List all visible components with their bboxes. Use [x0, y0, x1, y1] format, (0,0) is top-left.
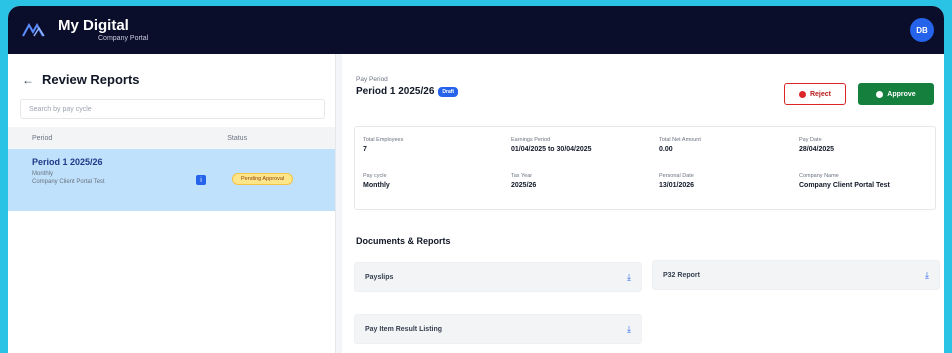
- summary-key: Company Name: [799, 173, 839, 179]
- summary-item: Company Name Company Client Portal Test: [799, 173, 890, 189]
- status-badge: Pending Approval: [232, 173, 294, 185]
- download-icon[interactable]: ⤓: [627, 324, 631, 335]
- summary-key: Pay cycle: [363, 173, 387, 179]
- document-p32-report[interactable]: P32 Report ⤓: [652, 260, 940, 290]
- summary-item: Earnings Period 01/04/2025 to 30/04/2025: [511, 137, 592, 153]
- sidebar-title: Review Reports: [42, 72, 140, 87]
- back-arrow-icon[interactable]: ←: [22, 73, 34, 87]
- document-label: Pay Item Result Listing: [365, 325, 443, 333]
- summary-key: Total Net Amount: [659, 137, 701, 143]
- summary-key: Total Employees: [363, 137, 404, 143]
- logo-icon: [22, 23, 45, 37]
- report-detail-panel: Pay Period Period 1 2025/26 Draft Reject…: [342, 54, 944, 353]
- document-payslips[interactable]: Payslips ⤓: [354, 262, 642, 292]
- summary-value: 2025/26: [511, 182, 537, 189]
- table-row[interactable]: Period 1 2025/26 Monthly Company Client …: [8, 149, 335, 211]
- summary-key: Pay Date: [799, 137, 822, 143]
- search-placeholder: Search by pay cycle: [29, 105, 92, 113]
- documents-section-title: Documents & Reports: [356, 236, 451, 246]
- document-label: P32 Report: [663, 271, 700, 279]
- document-label: Payslips: [365, 273, 394, 281]
- summary-item: Total Employees 7: [363, 137, 403, 153]
- summary-item: Pay Date 28/04/2025: [799, 137, 834, 153]
- pay-period-label: Pay Period: [356, 76, 388, 83]
- brand[interactable]: My Digital Company Portal: [22, 18, 148, 42]
- reports-sidebar: ← Review Reports Search by pay cycle Per…: [8, 54, 336, 353]
- row-period: Period 1 2025/26: [32, 157, 103, 167]
- info-icon[interactable]: i: [196, 175, 206, 185]
- brand-subtitle: Company Portal: [98, 35, 149, 42]
- app-window: My Digital Company Portal DB ← Review Re…: [8, 6, 944, 353]
- summary-value: Monthly: [363, 182, 390, 189]
- summary-value: 28/04/2025: [799, 146, 835, 153]
- approve-label: Approve: [887, 90, 916, 98]
- pay-period-title: Period 1 2025/26: [356, 86, 435, 97]
- approve-button[interactable]: Approve: [858, 83, 934, 105]
- reject-label: Reject: [809, 90, 831, 98]
- summary-item: Personal Date 13/01/2026: [659, 173, 694, 189]
- summary-item: Total Net Amount 0.00: [659, 137, 701, 153]
- column-status: Status: [227, 134, 248, 142]
- search-input[interactable]: Search by pay cycle: [20, 99, 325, 119]
- reject-icon: [798, 90, 806, 98]
- page-title: Period 1 2025/26 Draft: [356, 86, 459, 97]
- summary-value: 0.00: [659, 146, 673, 153]
- table-header: Period Status: [8, 127, 335, 149]
- avatar[interactable]: DB: [910, 18, 934, 42]
- top-navbar: My Digital Company Portal DB: [8, 6, 944, 54]
- summary-item: Pay cycle Monthly: [363, 173, 390, 189]
- back-header: ← Review Reports: [8, 54, 335, 97]
- pay-summary-card: Total Employees 7 Earnings Period 01/04/…: [354, 126, 936, 210]
- summary-key: Earnings Period: [511, 137, 551, 143]
- summary-value: Company Client Portal Test: [799, 182, 890, 189]
- summary-value: 01/04/2025 to 30/04/2025: [511, 146, 592, 153]
- document-pay-item-listing[interactable]: Pay Item Result Listing ⤓: [354, 314, 642, 344]
- column-period: Period: [32, 134, 53, 142]
- download-icon[interactable]: ⤓: [925, 270, 929, 281]
- brand-title: My Digital: [58, 17, 129, 34]
- download-icon[interactable]: ⤓: [627, 272, 631, 283]
- summary-item: Tax Year 2025/26: [511, 173, 536, 189]
- summary-value: 13/01/2026: [659, 182, 695, 189]
- reject-button[interactable]: Reject: [784, 83, 846, 105]
- summary-value: 7: [363, 146, 367, 153]
- status-tag: Draft: [438, 86, 459, 97]
- summary-key: Personal Date: [659, 173, 694, 179]
- summary-key: Tax Year: [511, 173, 533, 179]
- approve-icon: [876, 90, 884, 98]
